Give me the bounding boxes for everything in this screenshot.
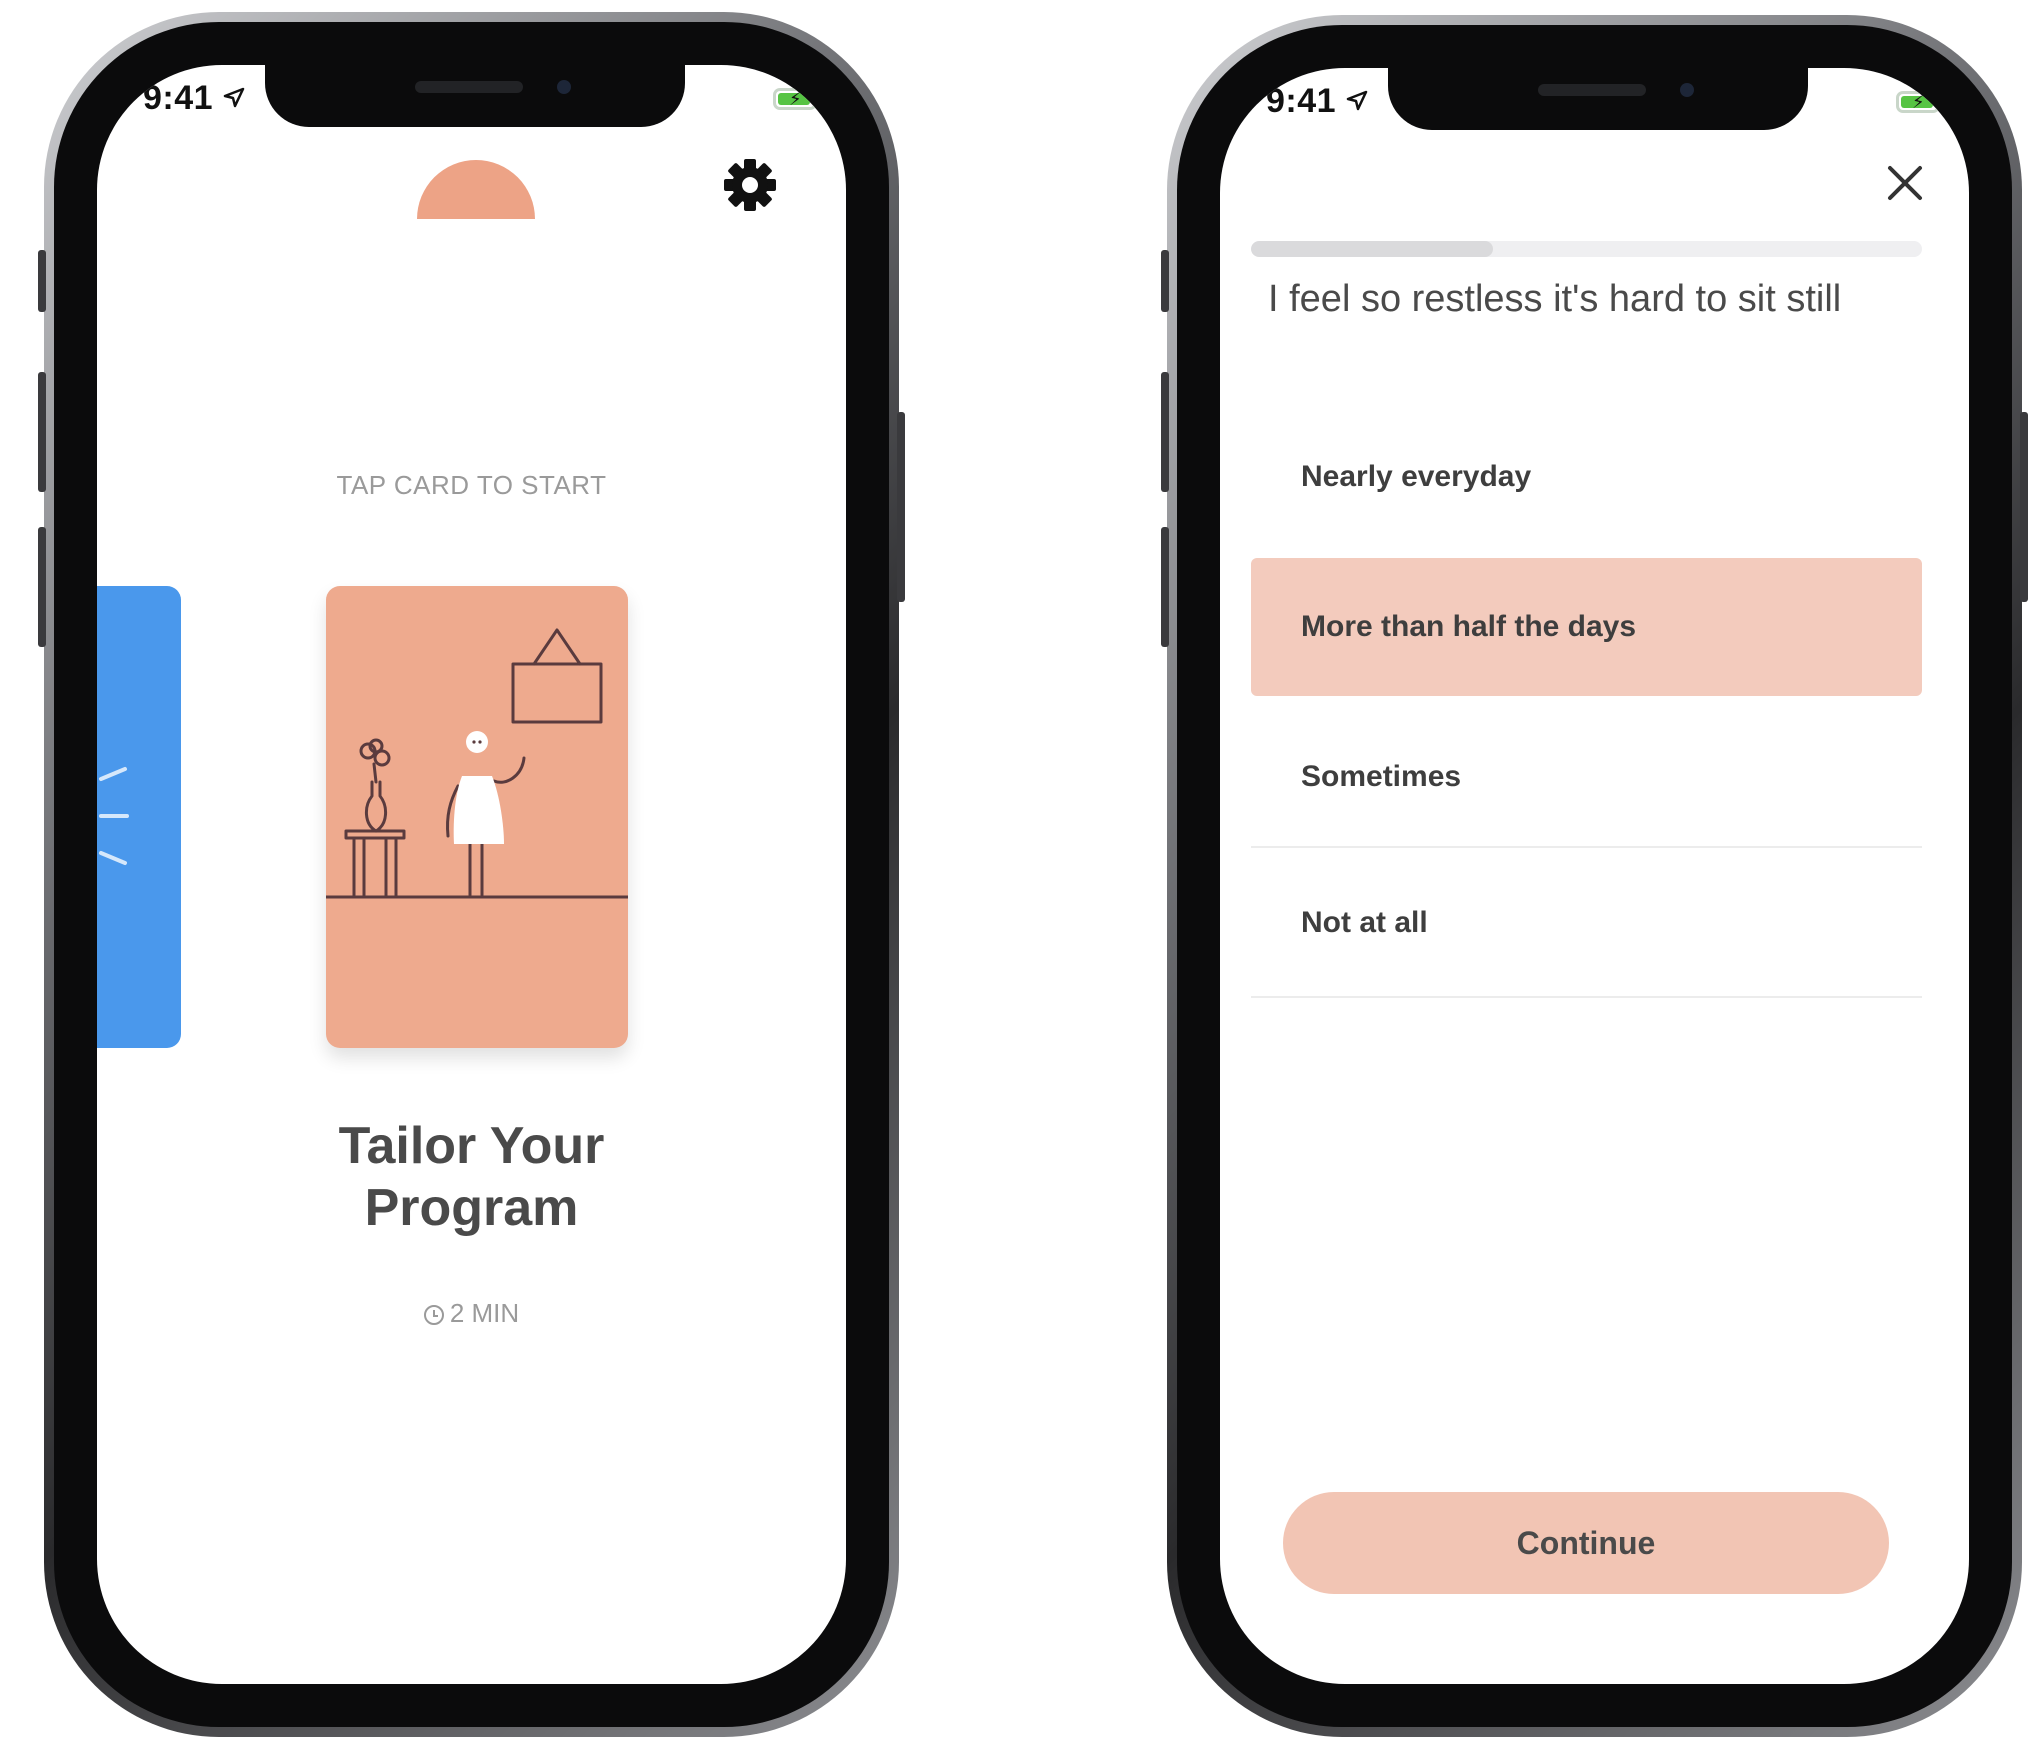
option-nearly-everyday[interactable]: Nearly everyday [1251, 408, 1922, 546]
silent-switch [38, 250, 46, 312]
card-title: Tailor Your Program [97, 1115, 846, 1239]
option-not-at-all[interactable]: Not at all [1251, 850, 1922, 998]
progress-bar-fill [1251, 241, 1493, 257]
sun-logo [417, 160, 535, 219]
duration-text: 2 MIN [449, 1298, 520, 1328]
volume-up-button [38, 372, 46, 492]
front-camera [1680, 83, 1694, 97]
intro-screen: 9:41 ⚡ TAP CARD TO START Tailor Your Pro… [97, 65, 846, 1684]
option-label: Sometimes [1301, 760, 1462, 793]
silent-switch [1161, 250, 1169, 312]
question-screen: 9:41 ⚡ I feel so restless it's hard to s… [1220, 68, 1969, 1684]
option-label: Not at all [1301, 906, 1428, 939]
power-button [897, 412, 905, 602]
clock-icon [423, 1305, 444, 1325]
front-camera [557, 80, 571, 94]
location-arrow-icon [1346, 90, 1368, 111]
tap-card-prompt: TAP CARD TO START [336, 470, 607, 500]
power-button [2020, 412, 2028, 602]
phone-frame-left: 9:41 ⚡ TAP CARD TO START Tailor Your Pro… [38, 12, 905, 1737]
option-label: Nearly everyday [1301, 460, 1532, 493]
location-arrow-icon [223, 87, 245, 108]
card-title-line2: Program [364, 1179, 579, 1237]
status-time: 9:41 [143, 79, 245, 118]
speaker [415, 81, 523, 93]
progress-bar [1251, 241, 1922, 257]
notch [1388, 68, 1808, 130]
phone-frame-right: 9:41 ⚡ I feel so restless it's hard to s… [1161, 15, 2028, 1737]
volume-down-button [38, 527, 46, 647]
battery-cap [1941, 99, 1945, 107]
person-hanging-picture-illustration [326, 628, 628, 899]
option-sometimes[interactable]: Sometimes [1251, 708, 1922, 848]
charging-bolt-icon: ⚡ [1912, 92, 1925, 112]
continue-button[interactable]: Continue [1283, 1492, 1889, 1594]
status-time: 9:41 [1266, 82, 1368, 121]
speaker [1538, 84, 1646, 96]
sun-rays-icon [99, 767, 129, 865]
close-icon[interactable] [1887, 165, 1923, 201]
battery-icon: ⚡ [773, 88, 822, 110]
volume-down-button [1161, 527, 1169, 647]
duration-info: 2 MIN [97, 1298, 846, 1329]
status-time-text: 9:41 [143, 79, 214, 117]
volume-up-button [1161, 372, 1169, 492]
program-card[interactable] [326, 586, 628, 1048]
notch [265, 65, 685, 127]
gear-icon[interactable] [723, 158, 777, 212]
question-text: I feel so restless it's hard to sit stil… [1268, 278, 1842, 320]
previous-card[interactable] [97, 586, 181, 1048]
bezel: 9:41 ⚡ I feel so restless it's hard to s… [1177, 25, 2012, 1727]
option-more-than-half-the-days[interactable]: More than half the days [1251, 558, 1922, 696]
battery-icon: ⚡ [1896, 91, 1945, 113]
charging-bolt-icon: ⚡ [789, 89, 802, 109]
status-time-text: 9:41 [1266, 82, 1337, 120]
card-title-line1: Tailor Your [338, 1117, 605, 1175]
battery-cap [818, 96, 822, 104]
option-label: More than half the days [1301, 610, 1637, 643]
bezel: 9:41 ⚡ TAP CARD TO START Tailor Your Pro… [54, 22, 889, 1727]
